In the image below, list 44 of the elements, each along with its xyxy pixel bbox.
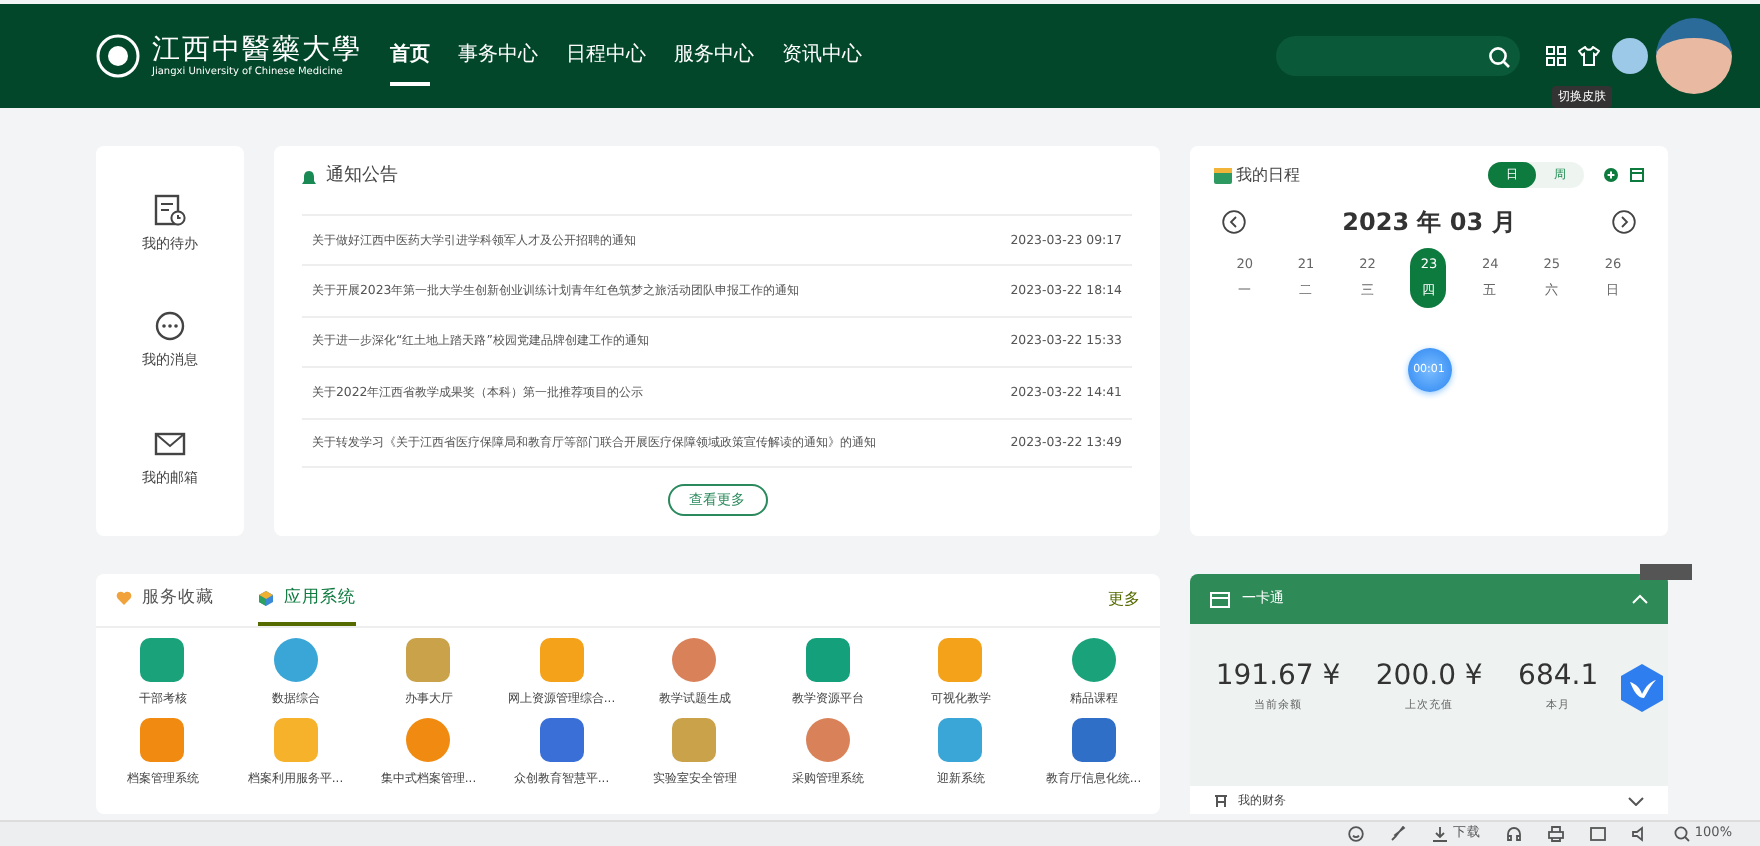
smiley-icon[interactable] — [1348, 826, 1365, 842]
card-icon — [1210, 591, 1230, 607]
bell-icon — [302, 170, 316, 186]
tab[interactable]: 应用系统 — [258, 574, 356, 626]
next-month-icon[interactable] — [1611, 210, 1636, 234]
month-label: 2023 年 03 月 — [1342, 206, 1516, 240]
stat-value: 200.0 ¥ — [1375, 658, 1483, 696]
task-clock-icon — [154, 193, 186, 226]
stat-value: 191.67 ¥ — [1215, 658, 1341, 696]
envelope-icon — [154, 427, 186, 460]
headset-icon[interactable] — [1506, 826, 1523, 842]
add-icon[interactable] — [1604, 168, 1618, 182]
chevron-down-icon[interactable] — [1628, 795, 1644, 805]
university-name: 江西中醫藥大學 — [152, 35, 362, 63]
search-field[interactable] — [1276, 36, 1520, 76]
window-icon[interactable] — [1590, 826, 1607, 842]
download-icon — [1432, 826, 1449, 842]
printer-icon[interactable] — [1548, 826, 1565, 842]
stat-value: 684.1 — [1518, 658, 1599, 696]
more-link[interactable]: 更多 — [1108, 588, 1140, 612]
calendar-folder-icon — [1214, 167, 1232, 183]
nav-tab[interactable]: 首页 — [390, 39, 430, 85]
search-icon[interactable] — [1488, 45, 1510, 67]
nav-tab[interactable]: 服务中心 — [674, 39, 754, 85]
nav-tab[interactable]: 事务中心 — [458, 39, 538, 85]
cartoon-mascot-drawing — [1656, 18, 1732, 94]
section-title: 通知公告 — [326, 164, 398, 191]
nav-tab[interactable]: 日程中心 — [566, 39, 646, 85]
grid-icon[interactable] — [1546, 46, 1566, 66]
nav-tab[interactable]: 资讯中心 — [782, 39, 862, 85]
speaker-icon[interactable] — [1632, 826, 1649, 842]
previous-month-icon[interactable] — [1222, 210, 1246, 234]
cube-icon — [258, 589, 274, 607]
chevron-up-icon[interactable] — [1632, 594, 1648, 604]
heart-icon — [116, 589, 132, 607]
floating-toolbar — [1640, 564, 1692, 580]
zoom-icon — [1674, 826, 1691, 842]
tab[interactable]: 服务收藏 — [116, 574, 214, 626]
chat-bubble-icon — [154, 310, 186, 343]
section-title: 我的日程 — [1236, 163, 1300, 187]
user-avatar[interactable] — [1612, 38, 1648, 74]
university-emblem-icon — [96, 34, 140, 78]
calendar-icon[interactable] — [1630, 168, 1644, 182]
shirt-icon[interactable] — [1578, 46, 1600, 66]
